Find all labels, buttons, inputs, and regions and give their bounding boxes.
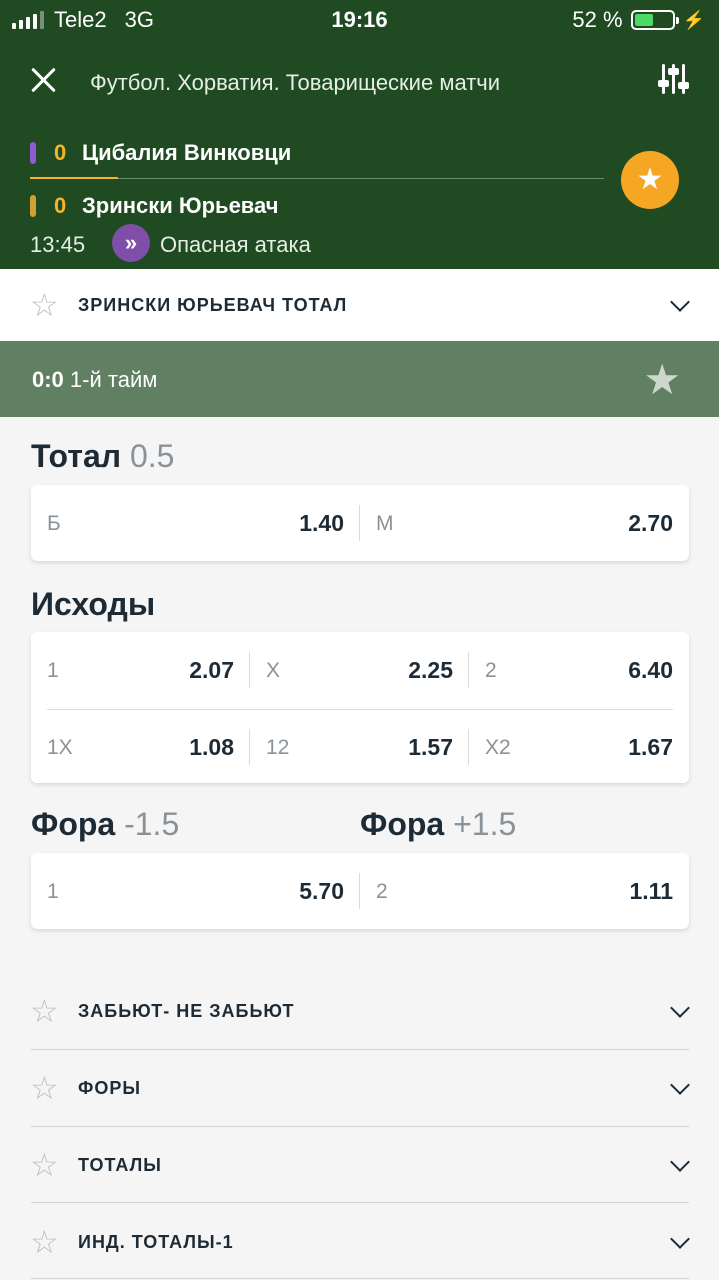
match-time: 13:45 xyxy=(30,232,86,257)
section-individual-totals[interactable]: ☆ ИНД. ТОТАЛЫ-1 xyxy=(0,1206,719,1278)
market-handicap2-title: Фора +1.5 xyxy=(360,806,516,843)
chevron-down-icon xyxy=(670,1152,690,1172)
odds-cell[interactable]: 1 5.70 xyxy=(31,853,360,929)
outcomes-odds-card: 1 2.07 X 2.25 2 6.40 1X 1.08 12 1.57 X2 … xyxy=(31,632,689,783)
odds-cell[interactable]: 1X 1.08 xyxy=(31,709,250,785)
period-favorite-star-icon[interactable]: ★ xyxy=(643,355,681,404)
chevron-down-icon xyxy=(670,998,690,1018)
section-label: ИНД. ТОТАЛЫ-1 xyxy=(78,1231,234,1252)
battery-percent: 52 % xyxy=(572,7,623,32)
odds-value: 1.08 xyxy=(189,734,234,760)
odds-key: 2 xyxy=(485,659,497,682)
market-handicap1-title: Фора -1.5 xyxy=(31,806,179,843)
dangerous-attack-icon: » xyxy=(112,224,150,262)
star-outline-icon[interactable]: ☆ xyxy=(30,1069,59,1107)
odds-key: 2 xyxy=(376,880,388,903)
handicap-odds-card: 1 5.70 2 1.11 xyxy=(31,853,689,929)
section-label: ФОРЫ xyxy=(78,1077,141,1098)
odds-value: 5.70 xyxy=(299,878,344,904)
market-param: -1.5 xyxy=(124,806,180,842)
market-param: +1.5 xyxy=(453,806,517,842)
star-outline-icon[interactable]: ☆ xyxy=(30,1146,59,1184)
teams-divider xyxy=(30,177,604,179)
team-home-color xyxy=(30,142,36,164)
team-away: 0 Зрински Юрьевач xyxy=(30,193,279,219)
odds-value: 1.11 xyxy=(629,878,674,904)
header-title: Футбол. Хорватия. Товарищеские матчи xyxy=(90,70,501,95)
chevron-down-icon xyxy=(670,1075,690,1095)
odds-key: 1X xyxy=(47,736,73,759)
chevron-down-icon xyxy=(670,292,690,312)
battery-icon xyxy=(630,10,679,30)
odds-key: Б xyxy=(47,512,61,535)
close-button[interactable] xyxy=(26,62,62,98)
match-event-text: Опасная атака xyxy=(160,232,311,257)
team-home-name: Цибалия Винковци xyxy=(82,140,292,165)
filter-settings-button[interactable] xyxy=(657,62,691,98)
team-away-name: Зрински Юрьевач xyxy=(82,193,279,218)
chevron-down-icon xyxy=(670,1229,690,1249)
odds-key: 1 xyxy=(47,880,59,903)
star-outline-icon[interactable]: ☆ xyxy=(30,992,59,1030)
market-title: Тотал xyxy=(31,438,122,474)
odds-over[interactable]: Б 1.40 xyxy=(31,485,360,561)
period-score: 0:0 xyxy=(32,367,64,392)
odds-cell[interactable]: X2 1.67 xyxy=(469,709,689,785)
team-home-score: 0 xyxy=(54,140,67,165)
odds-value: 1.40 xyxy=(299,510,344,536)
match-header: Футбол. Хорватия. Товарищеские матчи 0 Ц… xyxy=(0,40,719,269)
odds-value: 1.67 xyxy=(628,734,673,760)
odds-value: 1.57 xyxy=(408,734,453,760)
team-home: 0 Цибалия Винковци xyxy=(30,140,291,166)
section-totals[interactable]: ☆ ТОТАЛЫ xyxy=(0,1129,719,1201)
odds-key: X xyxy=(266,659,281,682)
odds-cell[interactable]: 12 1.57 xyxy=(250,709,469,785)
market-title: Фора xyxy=(360,806,445,842)
section-label: ЗАБЬЮТ- НЕ ЗАБЬЮТ xyxy=(78,1000,295,1021)
odds-value: 2.70 xyxy=(628,510,673,536)
period-label: 1-й тайм xyxy=(69,367,158,392)
favorite-star-button[interactable]: ★ xyxy=(621,151,679,209)
market-title: Фора xyxy=(31,806,116,842)
status-bar: Tele2 3G 19:16 52 % ⚡ xyxy=(0,0,719,40)
section-both-teams-score[interactable]: ☆ ЗАБЬЮТ- НЕ ЗАБЬЮТ xyxy=(0,975,719,1047)
odds-value: 6.40 xyxy=(628,657,673,683)
odds-key: 1 xyxy=(47,659,59,682)
charging-icon: ⚡ xyxy=(682,9,705,30)
team-away-color xyxy=(30,195,36,217)
star-outline-icon[interactable]: ☆ xyxy=(30,286,59,324)
period-bar: 0:0 1-й тайм ★ xyxy=(0,341,719,417)
odds-cell[interactable]: 2 1.11 xyxy=(360,853,689,929)
odds-cell[interactable]: 2 6.40 xyxy=(469,632,689,708)
section-label: ТОТАЛЫ xyxy=(78,1154,162,1175)
odds-cell[interactable]: X 2.25 xyxy=(250,632,469,708)
odds-cell[interactable]: 1 2.07 xyxy=(31,632,250,708)
odds-value: 2.25 xyxy=(408,657,453,683)
section-team-total[interactable]: ☆ ЗРИНСКИ ЮРЬЕВАЧ ТОТАЛ xyxy=(0,269,719,341)
odds-key: М xyxy=(376,512,394,535)
star-outline-icon[interactable]: ☆ xyxy=(30,1223,59,1261)
section-label: ЗРИНСКИ ЮРЬЕВАЧ ТОТАЛ xyxy=(78,294,348,315)
market-param: 0.5 xyxy=(129,438,175,474)
odds-key: X2 xyxy=(485,736,511,759)
market-total-title: Тотал 0.5 xyxy=(31,438,174,475)
team-away-score: 0 xyxy=(54,193,67,218)
odds-under[interactable]: М 2.70 xyxy=(360,485,689,561)
odds-key: 12 xyxy=(266,736,290,759)
market-outcomes-title: Исходы xyxy=(31,586,156,622)
total-odds-card: Б 1.40 М 2.70 xyxy=(31,485,689,561)
odds-value: 2.07 xyxy=(189,657,234,683)
section-handicaps[interactable]: ☆ ФОРЫ xyxy=(0,1052,719,1124)
